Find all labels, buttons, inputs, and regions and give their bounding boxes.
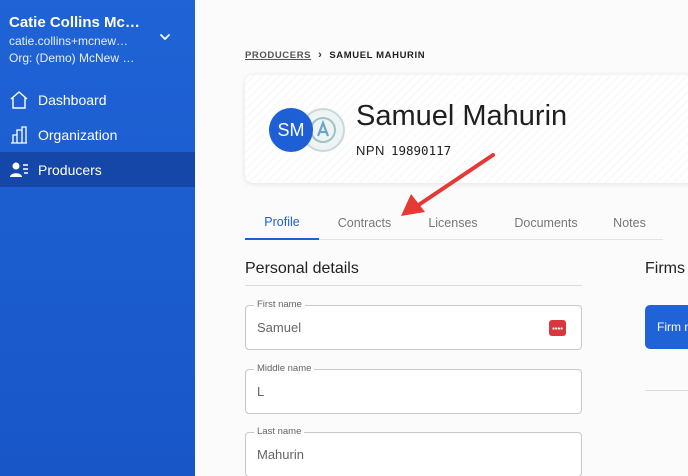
breadcrumb-producers-link[interactable]: PRODUCERS [245,50,311,61]
building-icon [9,125,29,145]
firm-button[interactable]: Firm n [645,305,688,349]
field-label: First name [254,299,305,310]
page-title: Samuel Mahurin [356,100,568,132]
tab-documents[interactable]: Documents [496,205,596,240]
first-name-field[interactable]: First name [245,299,582,350]
firms-divider [645,390,688,391]
password-manager-icon[interactable] [549,320,566,336]
user-name: Catie Collins Mc… [9,14,140,31]
chevron-down-icon[interactable] [158,30,172,44]
section-divider [245,285,582,286]
main-content: PRODUCERS › SAMUEL MAHURIN SM Samuel Mah… [195,0,688,476]
personal-details-title: Personal details [245,260,359,277]
home-icon [9,90,29,110]
sidebar: Catie Collins Mc… catie.collins+mcnew… O… [0,0,195,476]
sidebar-item-label: Organization [38,126,118,143]
sidebar-nav: Dashboard Organization Producers [0,82,195,187]
npn-label: NPN [356,143,385,158]
sidebar-item-organization[interactable]: Organization [0,117,195,152]
middle-name-field[interactable]: Middle name [245,363,582,414]
sidebar-item-label: Dashboard [38,91,107,108]
first-name-input[interactable] [257,320,527,335]
last-name-input[interactable] [257,447,527,462]
annotation-arrow [401,153,495,216]
last-name-field[interactable]: Last name [245,426,582,476]
sidebar-item-label: Producers [38,161,102,178]
sidebar-item-producers[interactable]: Producers [0,152,195,187]
field-label: Middle name [254,363,315,374]
field-label: Last name [254,426,305,437]
user-org: Org: (Demo) McNew … [9,51,135,65]
middle-name-input[interactable] [257,384,527,399]
chevron-right-icon: › [318,49,323,61]
breadcrumb: PRODUCERS › SAMUEL MAHURIN [245,49,425,61]
firms-title: Firms [645,260,685,277]
tab-profile[interactable]: Profile [245,205,319,240]
sidebar-item-dashboard[interactable]: Dashboard [0,82,195,117]
avatar: SM [269,108,313,152]
breadcrumb-current: SAMUEL MAHURIN [329,49,426,61]
tab-notes[interactable]: Notes [596,205,663,240]
users-icon [9,160,29,180]
user-email: catie.collins+mcnew… [9,34,129,48]
